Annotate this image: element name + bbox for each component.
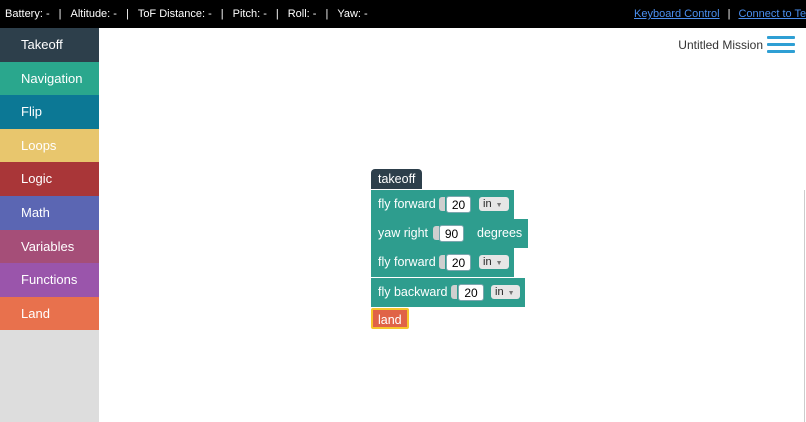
separator: | — [220, 8, 224, 20]
fly-forward-block[interactable]: fly forward 20 in ▼ — [371, 190, 514, 219]
land-block[interactable]: land — [371, 308, 409, 329]
separator: | — [275, 8, 279, 20]
connect-link[interactable]: Connect to Tello — [738, 8, 806, 20]
block-label: fly forward — [378, 255, 436, 269]
block-label: fly forward — [378, 197, 436, 211]
dropdown-arrow-icon: ▼ — [495, 202, 503, 209]
separator: | — [727, 8, 731, 20]
distance-input[interactable]: 20 — [458, 284, 484, 301]
separator: | — [125, 8, 129, 20]
category-land[interactable]: Land — [0, 296, 99, 331]
hamburger-menu-icon[interactable] — [767, 36, 795, 54]
yaw-right-block[interactable]: yaw right 90 degrees — [371, 219, 528, 248]
unit-dropdown[interactable]: in ▼ — [491, 285, 520, 299]
input-socket — [451, 285, 457, 299]
yaw-stat: Yaw: - — [337, 8, 368, 20]
takeoff-block[interactable]: takeoff — [371, 169, 422, 189]
dropdown-arrow-icon: ▼ — [495, 260, 503, 267]
block-label: land — [378, 313, 402, 327]
block-toolbox: Takeoff Navigation Flip Loops Logic Math… — [0, 28, 99, 422]
tof-distance-stat: ToF Distance: - — [137, 8, 212, 20]
fly-forward-block[interactable]: fly forward 20 in ▼ — [371, 248, 514, 277]
degrees-label: degrees — [477, 226, 523, 240]
altitude-stat: Altitude: - — [70, 8, 117, 20]
separator: | — [325, 8, 329, 20]
distance-input[interactable]: 20 — [446, 196, 471, 213]
fly-backward-block[interactable]: fly backward 20 in ▼ — [371, 278, 525, 307]
unit-dropdown[interactable]: in ▼ — [479, 197, 509, 211]
category-variables[interactable]: Variables — [0, 229, 99, 264]
separator: | — [58, 8, 62, 20]
unit-value: in — [483, 198, 492, 210]
block-label: takeoff — [378, 172, 416, 186]
topbar-links: Keyboard Control | Connect to Tello — [634, 0, 806, 28]
unit-value: in — [483, 256, 492, 268]
category-logic[interactable]: Logic — [0, 162, 99, 196]
category-takeoff[interactable]: Takeoff — [0, 28, 99, 62]
keyboard-control-link[interactable]: Keyboard Control — [634, 8, 720, 20]
block-label: fly backward — [378, 285, 448, 299]
category-navigation[interactable]: Navigation — [0, 61, 99, 96]
input-socket — [439, 255, 445, 269]
roll-stat: Roll: - — [287, 8, 317, 20]
category-flip[interactable]: Flip — [0, 95, 99, 129]
telemetry-stats: Battery: - | Altitude: - | ToF Distance: - | P… — [5, 0, 368, 28]
category-math[interactable]: Math — [0, 195, 99, 230]
dropdown-arrow-icon: ▼ — [507, 290, 515, 297]
input-socket — [439, 197, 445, 211]
angle-input[interactable]: 90 — [439, 225, 464, 242]
block-label: yaw right — [378, 226, 429, 240]
category-loops[interactable]: Loops — [0, 128, 99, 163]
distance-input[interactable]: 20 — [446, 254, 471, 271]
pitch-stat: Pitch: - — [232, 8, 267, 20]
mission-title: Untitled Mission — [678, 38, 763, 52]
unit-value: in — [495, 286, 504, 298]
category-functions[interactable]: Functions — [0, 263, 99, 297]
battery-stat: Battery: - — [5, 8, 50, 20]
unit-dropdown[interactable]: in ▼ — [479, 255, 509, 269]
workspace-scrollbar-edge — [804, 190, 805, 422]
status-bar: Battery: - | Altitude: - | ToF Distance: - | P… — [0, 0, 806, 28]
